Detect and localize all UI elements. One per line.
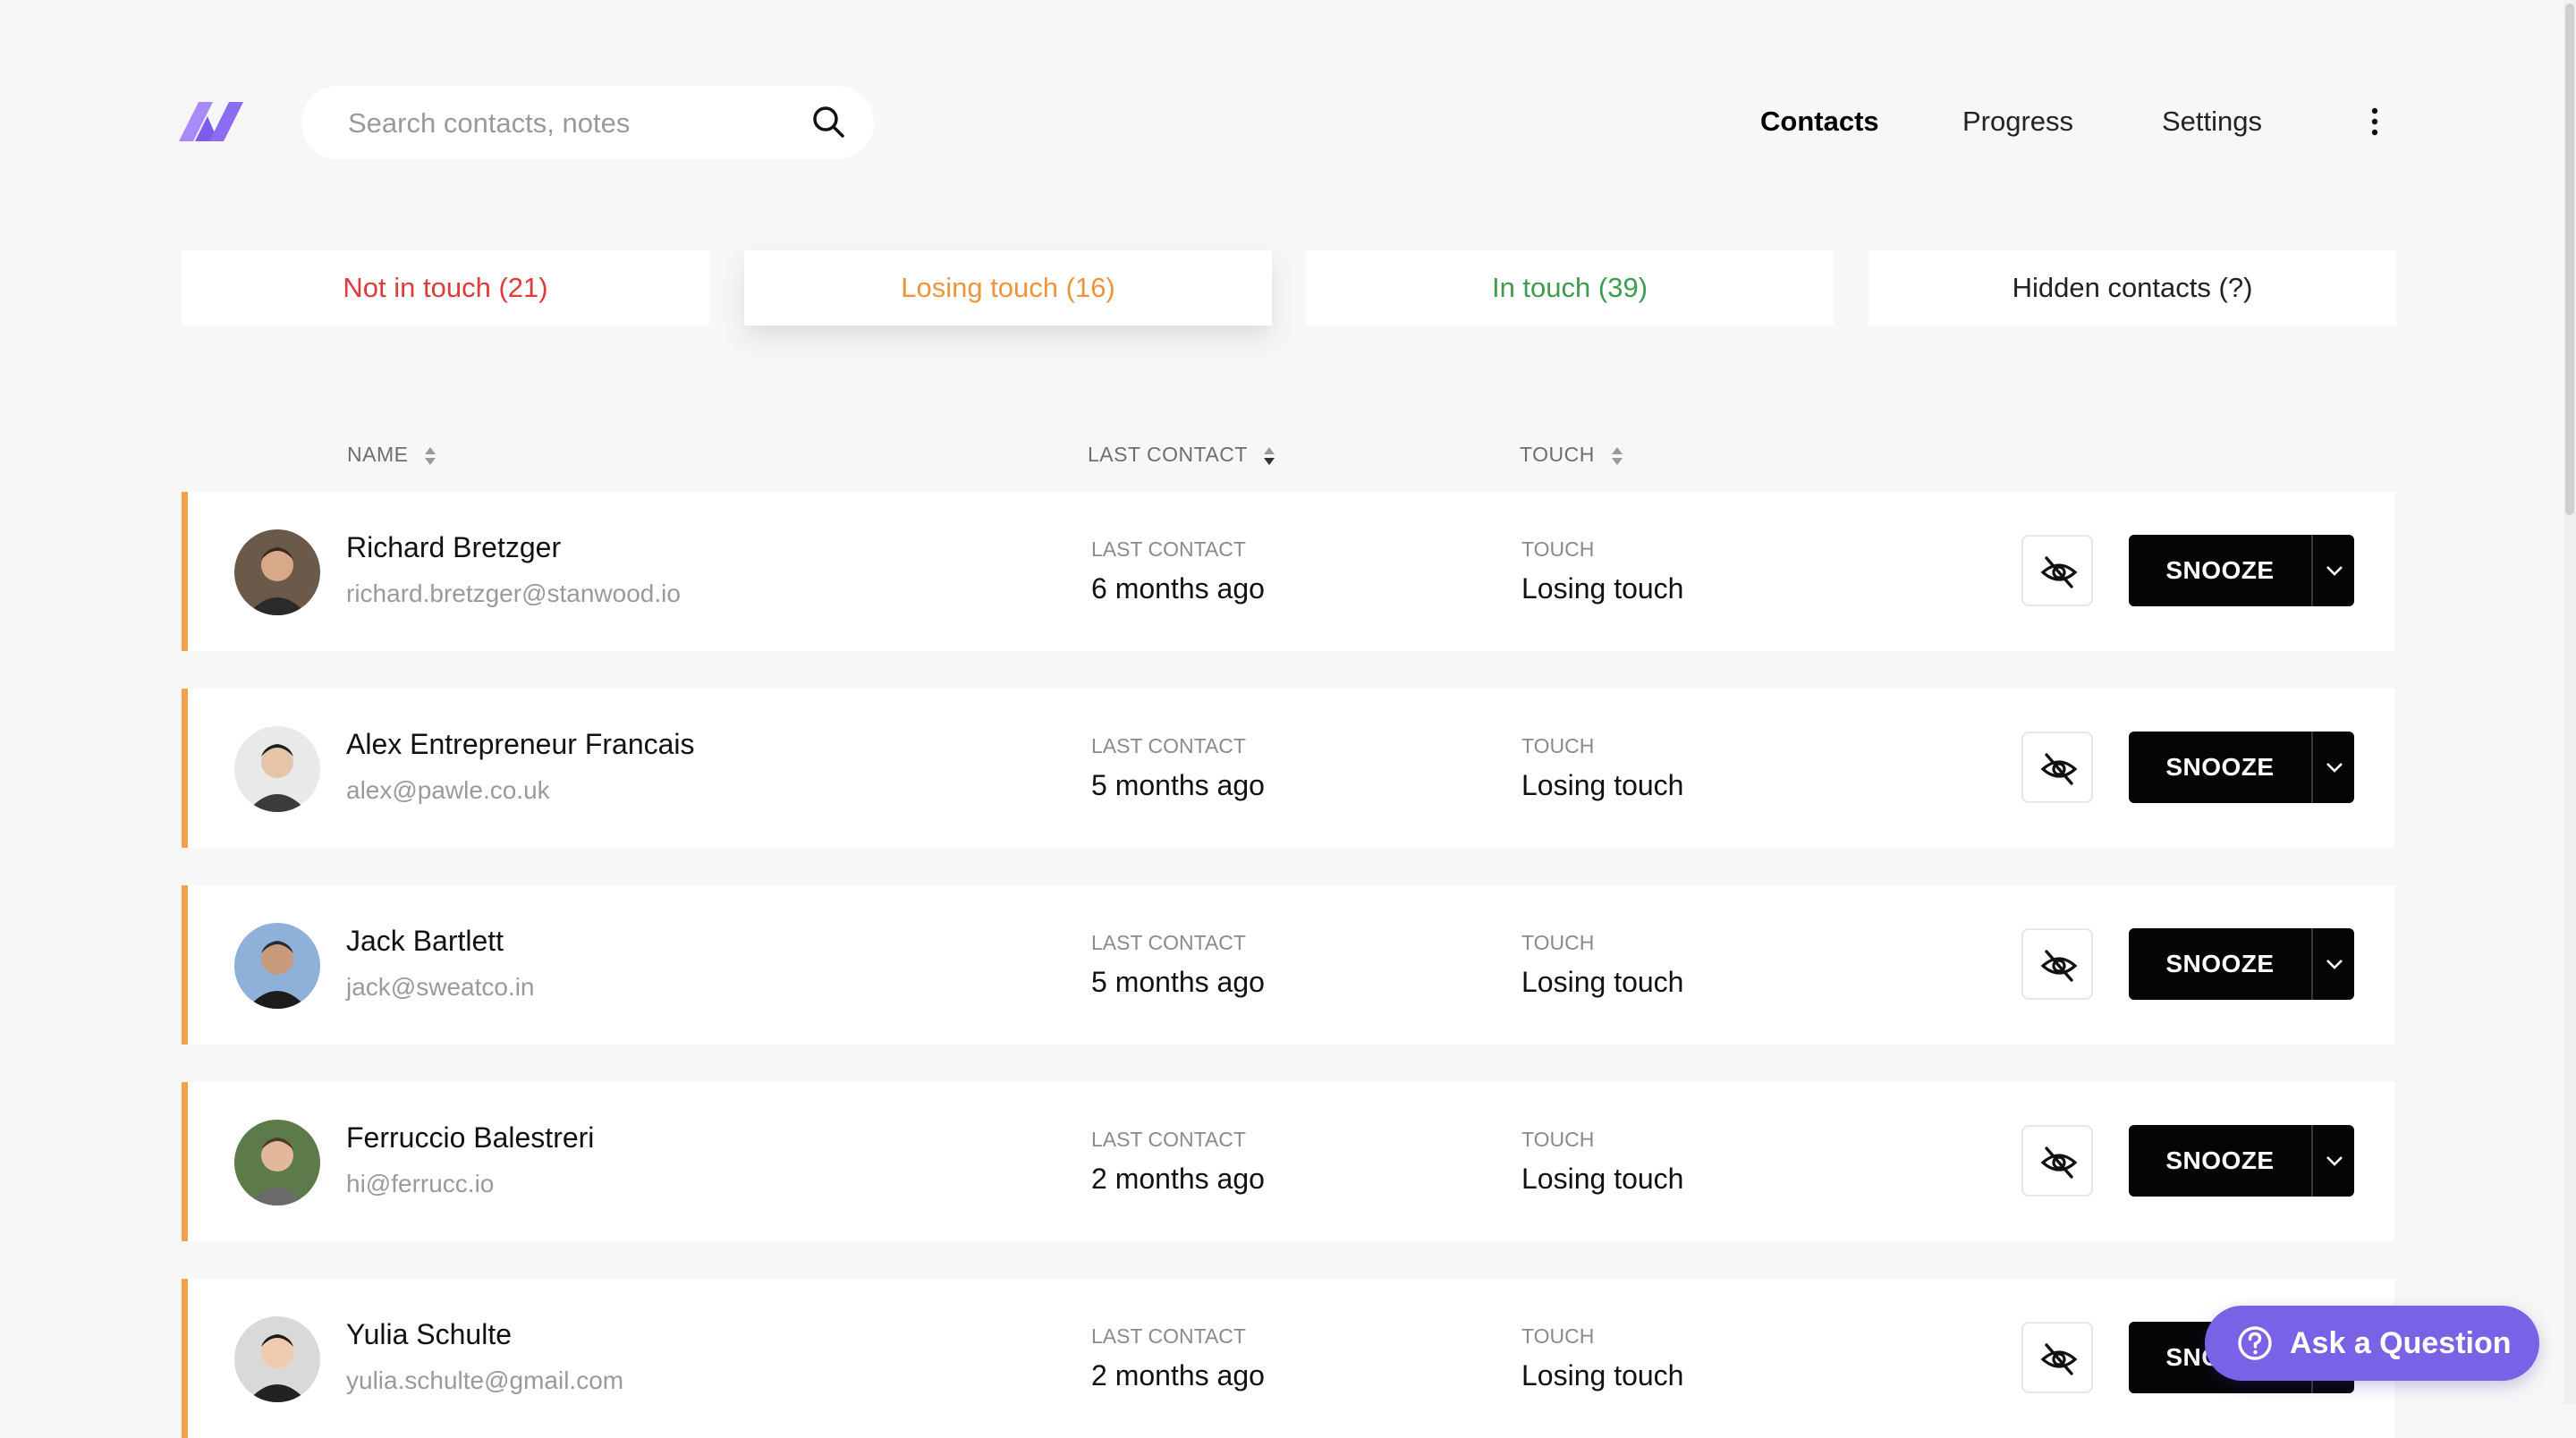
last-contact-value: 2 months ago: [1091, 1359, 1265, 1391]
snooze-button[interactable]: SNOOZE: [2129, 928, 2354, 1000]
snooze-options-toggle[interactable]: [2311, 928, 2354, 1000]
contact-row[interactable]: Alex Entrepreneur Francais alex@pawle.co…: [182, 689, 2394, 848]
snooze-button[interactable]: SNOOZE: [2129, 732, 2354, 803]
eye-off-icon: [2040, 1343, 2078, 1375]
search-icon[interactable]: [810, 104, 846, 140]
snooze-label: SNOOZE: [2165, 753, 2275, 781]
contact-row[interactable]: Yulia Schulte yulia.schulte@gmail.com LA…: [182, 1279, 2394, 1438]
hide-contact-button[interactable]: [2021, 535, 2093, 606]
chevron-down-icon: [2326, 960, 2343, 969]
scrollbar-thumb[interactable]: [2565, 4, 2574, 515]
eye-off-icon: [2040, 1146, 2078, 1179]
column-header-last-contact[interactable]: LAST CONTACT: [1088, 441, 1276, 468]
hide-contact-button[interactable]: [2021, 1322, 2093, 1393]
tab-losing-touch[interactable]: Losing touch (16): [744, 250, 1272, 326]
last-contact-label: LAST CONTACT: [1091, 734, 1246, 757]
contact-email: alex@pawle.co.uk: [346, 776, 550, 804]
snooze-label: SNOOZE: [2165, 556, 2275, 584]
tab-hidden-contacts[interactable]: Hidden contacts (?): [1868, 250, 2396, 326]
last-contact-label: LAST CONTACT: [1091, 931, 1246, 954]
more-menu-icon[interactable]: [2361, 106, 2388, 138]
touch-value: Losing touch: [1521, 1359, 1684, 1391]
contact-row[interactable]: Jack Bartlett jack@sweatco.in LAST CONTA…: [182, 885, 2394, 1045]
avatar-image: [234, 923, 320, 1009]
snooze-label: SNOOZE: [2165, 950, 2275, 977]
help-circle-icon: [2238, 1326, 2272, 1360]
touch-value: Losing touch: [1521, 1163, 1684, 1195]
nav-contacts[interactable]: Contacts: [1760, 102, 1879, 141]
column-header-name[interactable]: NAME: [347, 441, 437, 468]
touch-value: Losing touch: [1521, 572, 1684, 605]
ask-question-label: Ask a Question: [2290, 1326, 2512, 1360]
search-input[interactable]: [346, 86, 788, 161]
last-contact-value: 2 months ago: [1091, 1163, 1265, 1195]
ask-question-button[interactable]: Ask a Question: [2205, 1306, 2539, 1381]
snooze-label: SNOOZE: [2165, 1146, 2275, 1174]
avatar-image: [234, 1120, 320, 1205]
snooze-options-toggle[interactable]: [2311, 535, 2354, 606]
search-bar[interactable]: [301, 86, 874, 161]
contact-email: hi@ferrucc.io: [346, 1170, 495, 1197]
touch-label: TOUCH: [1521, 931, 1595, 954]
nav-progress[interactable]: Progress: [1962, 102, 2073, 141]
avatar[interactable]: [234, 726, 320, 812]
eye-off-icon: [2040, 556, 2078, 588]
avatar[interactable]: [234, 1316, 320, 1402]
nav-settings[interactable]: Settings: [2162, 102, 2262, 141]
touch-label: TOUCH: [1521, 1128, 1595, 1151]
column-header-last-contact-label: LAST CONTACT: [1088, 443, 1248, 466]
tab-in-touch[interactable]: In touch (39): [1306, 250, 1834, 326]
column-header-name-label: NAME: [347, 443, 409, 466]
contact-name[interactable]: Richard Bretzger: [346, 529, 561, 565]
snooze-options-toggle[interactable]: [2311, 1125, 2354, 1197]
avatar-image: [234, 726, 320, 812]
tab-not-in-touch[interactable]: Not in touch (21): [182, 250, 709, 326]
column-header-touch[interactable]: TOUCH: [1520, 441, 1624, 468]
avatar[interactable]: [234, 1120, 320, 1205]
sort-icon[interactable]: [423, 445, 437, 467]
sort-icon[interactable]: [1610, 445, 1624, 467]
hide-contact-button[interactable]: [2021, 1125, 2093, 1197]
touch-value: Losing touch: [1521, 769, 1684, 801]
contact-email: richard.bretzger@stanwood.io: [346, 579, 681, 607]
touch-label: TOUCH: [1521, 1324, 1595, 1348]
eye-off-icon: [2040, 753, 2078, 785]
app-logo[interactable]: [179, 97, 243, 145]
last-contact-label: LAST CONTACT: [1091, 1324, 1246, 1348]
eye-off-icon: [2040, 950, 2078, 982]
touch-label: TOUCH: [1521, 734, 1595, 757]
contact-row[interactable]: Richard Bretzger richard.bretzger@stanwo…: [182, 492, 2394, 651]
column-header-touch-label: TOUCH: [1520, 443, 1595, 466]
last-contact-value: 5 months ago: [1091, 966, 1265, 998]
snooze-options-toggle[interactable]: [2311, 732, 2354, 803]
contact-name[interactable]: Ferruccio Balestreri: [346, 1120, 594, 1155]
snooze-button[interactable]: SNOOZE: [2129, 1125, 2354, 1197]
chevron-down-icon: [2326, 1156, 2343, 1166]
avatar-image: [234, 1316, 320, 1402]
touch-label: TOUCH: [1521, 537, 1595, 561]
contact-name[interactable]: Jack Bartlett: [346, 923, 504, 959]
last-contact-value: 6 months ago: [1091, 572, 1265, 605]
contact-row[interactable]: Ferruccio Balestreri hi@ferrucc.io LAST …: [182, 1082, 2394, 1241]
last-contact-value: 5 months ago: [1091, 769, 1265, 801]
sort-active-icon[interactable]: [1262, 445, 1276, 467]
contact-email: jack@sweatco.in: [346, 973, 535, 1001]
avatar[interactable]: [234, 923, 320, 1009]
hide-contact-button[interactable]: [2021, 732, 2093, 803]
contact-name[interactable]: Yulia Schulte: [346, 1316, 512, 1352]
touch-value: Losing touch: [1521, 966, 1684, 998]
snooze-button[interactable]: SNOOZE: [2129, 535, 2354, 606]
chevron-down-icon: [2326, 566, 2343, 576]
contact-email: yulia.schulte@gmail.com: [346, 1366, 624, 1394]
avatar[interactable]: [234, 529, 320, 615]
contact-name[interactable]: Alex Entrepreneur Francais: [346, 726, 695, 762]
avatar-image: [234, 529, 320, 615]
chevron-down-icon: [2326, 763, 2343, 773]
hide-contact-button[interactable]: [2021, 928, 2093, 1000]
last-contact-label: LAST CONTACT: [1091, 1128, 1246, 1151]
last-contact-label: LAST CONTACT: [1091, 537, 1246, 561]
